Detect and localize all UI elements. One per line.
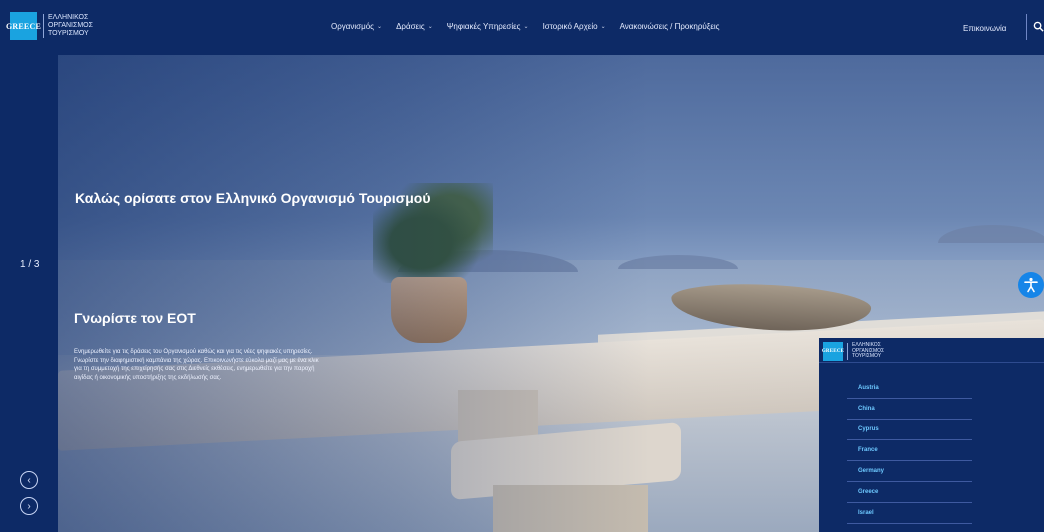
chevron-down-icon: ⌄ xyxy=(523,24,529,30)
logo-line-1: ΕΛΛΗΝΙΚΟΣ xyxy=(48,14,89,21)
nav-item-actions[interactable]: Δράσεις ⌄ xyxy=(396,22,433,31)
search-icon[interactable] xyxy=(1033,21,1044,32)
accessibility-icon xyxy=(1024,277,1038,293)
panel-divider xyxy=(819,362,1044,363)
country-list: Austria China Cyprus France Germany Gree… xyxy=(847,378,972,524)
country-offices-panel: GREECE ΕΛΛΗΝΙΚΟΣ ΟΡΓΑΝΙΣΜΟΣ ΤΟΥΡΙΣΜΟΥ Au… xyxy=(819,338,1044,532)
nav-item-organization[interactable]: Οργανισμός ⌄ xyxy=(331,22,382,31)
previous-slide-button[interactable]: ‹ xyxy=(20,471,38,489)
chevron-down-icon: ⌄ xyxy=(600,24,606,30)
chevron-down-icon: ⌄ xyxy=(377,24,383,30)
header-divider xyxy=(1026,14,1027,40)
top-navigation-bar: GREECE ΕΛΛΗΝΙΚΟΣ ΟΡΓΑΝΙΣΜΟΣ ΤΟΥΡΙΣΜΟΥ Ορ… xyxy=(0,0,1044,55)
country-link-cyprus[interactable]: Cyprus xyxy=(847,420,972,441)
nav-item-label: Δράσεις xyxy=(396,22,425,31)
country-link-israel[interactable]: Israel xyxy=(847,503,972,524)
nav-item-label: Οργανισμός xyxy=(331,22,375,31)
country-link-china[interactable]: China xyxy=(847,399,972,420)
nav-item-label: Ιστορικό Αρχείο xyxy=(542,22,598,31)
panel-logo-line-3: ΤΟΥΡΙΣΜΟΥ xyxy=(852,353,882,360)
nav-item-label: Ψηφιακές Υπηρεσίες xyxy=(446,22,521,31)
panel-logo-badge: GREECE xyxy=(822,342,844,361)
about-eot-heading: Γνωρίστε τον ΕΟΤ xyxy=(74,310,196,326)
logo-wordmark: ΕΛΛΗΝΙΚΟΣ ΟΡΓΑΝΙΣΜΟΣ ΤΟΥΡΙΣΜΟΥ xyxy=(43,14,93,38)
slider-rail xyxy=(0,55,58,532)
panel-logo-wordmark: ΕΛΛΗΝΙΚΟΣ ΟΡΓΑΝΙΣΜΟΣ ΤΟΥΡΙΣΜΟΥ xyxy=(847,343,884,360)
eot-logo-link[interactable]: GREECE ΕΛΛΗΝΙΚΟΣ ΟΡΓΑΝΙΣΜΟΣ ΤΟΥΡΙΣΜΟΥ xyxy=(6,12,93,40)
logo-badge: GREECE xyxy=(6,12,41,40)
next-slide-button[interactable]: › xyxy=(20,497,38,515)
logo-line-3: ΤΟΥΡΙΣΜΟΥ xyxy=(48,30,89,37)
chevron-down-icon: ⌄ xyxy=(427,24,433,30)
hero-welcome-title: Καλώς ορίσατε στον Ελληνικό Οργανισμό Το… xyxy=(75,190,431,206)
chevron-right-icon: › xyxy=(27,500,31,512)
country-link-austria[interactable]: Austria xyxy=(847,378,972,399)
main-menu: Οργανισμός ⌄ Δράσεις ⌄ Ψηφιακές Υπηρεσίε… xyxy=(331,22,720,31)
nav-item-historical-archive[interactable]: Ιστορικό Αρχείο ⌄ xyxy=(543,22,606,31)
country-link-germany[interactable]: Germany xyxy=(847,461,972,482)
nav-item-announcements[interactable]: Ανακοινώσεις / Προκηρύξεις xyxy=(620,22,720,31)
about-eot-text: Ενημερωθείτε για τις δράσεις του Οργανισ… xyxy=(74,349,319,381)
logo-line-2: ΟΡΓΑΝΙΣΜΟΣ xyxy=(48,22,93,29)
country-link-france[interactable]: France xyxy=(847,440,972,462)
country-link-greece[interactable]: Greece xyxy=(847,482,972,503)
nav-item-label: Ανακοινώσεις / Προκηρύξεις xyxy=(619,22,720,31)
contact-link[interactable]: Επικοινωνία xyxy=(963,24,1006,33)
chevron-left-icon: ‹ xyxy=(27,474,31,486)
accessibility-button[interactable] xyxy=(1018,272,1044,298)
panel-logo: GREECE ΕΛΛΗΝΙΚΟΣ ΟΡΓΑΝΙΣΜΟΣ ΤΟΥΡΙΣΜΟΥ xyxy=(822,342,884,361)
nav-item-digital-services[interactable]: Ψηφιακές Υπηρεσίες ⌄ xyxy=(447,22,529,31)
slide-counter: 1 / 3 xyxy=(20,259,40,270)
